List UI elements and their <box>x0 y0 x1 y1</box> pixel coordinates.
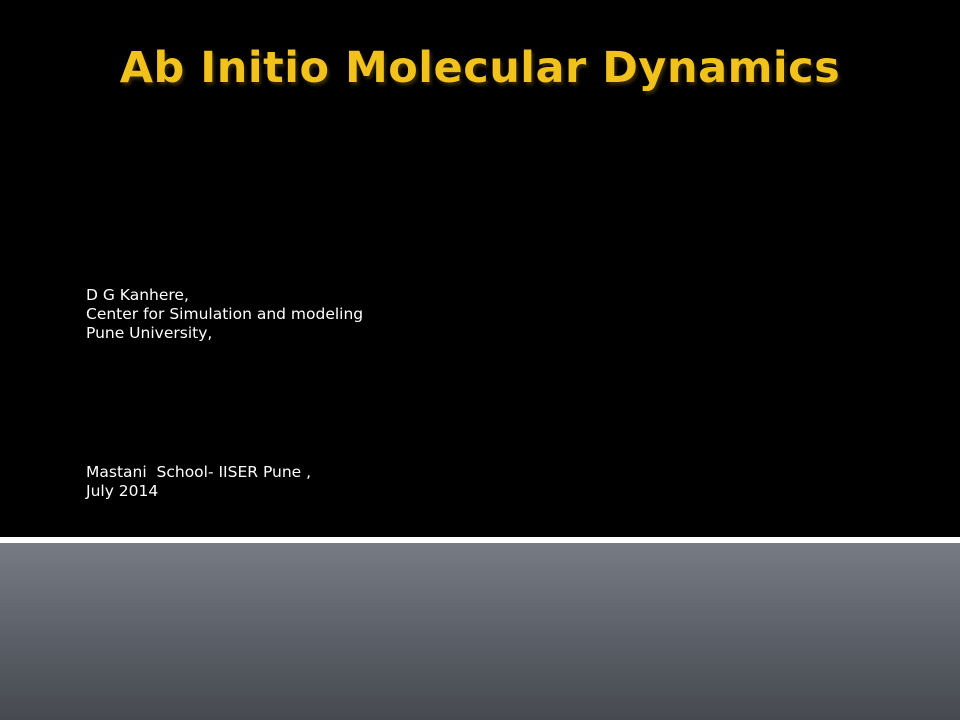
event-date: July 2014 <box>86 482 159 500</box>
event-name: Mastani School- IISER Pune , <box>86 463 312 481</box>
author-block: D G Kanhere, Center for Simulation and m… <box>86 286 363 343</box>
slide: Ab Initio Molecular Dynamics D G Kanhere… <box>0 0 960 720</box>
slide-title: Ab Initio Molecular Dynamics <box>119 43 841 93</box>
author-affiliation: Center for Simulation and modeling <box>86 305 364 323</box>
author-name: D G Kanhere, <box>86 286 189 304</box>
slide-bottom-panel <box>0 543 960 720</box>
event-block: Mastani School- IISER Pune , July 2014 <box>86 463 311 501</box>
author-institution: Pune University, <box>86 324 213 342</box>
